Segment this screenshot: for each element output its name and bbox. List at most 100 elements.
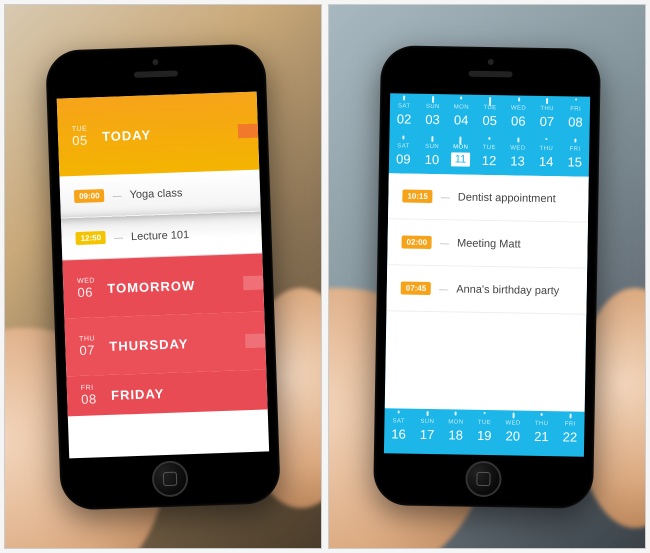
activity-tick-icon <box>575 98 577 100</box>
activity-tick-icon <box>398 410 400 413</box>
day-header-friday[interactable]: FRI 08 FRIDAY <box>66 369 267 416</box>
day-header-tomorrow[interactable]: WED 06 TOMORROW <box>62 253 264 318</box>
calendar-day-cell[interactable]: SUN 10 <box>417 133 446 173</box>
screenshot-left: TUE 05 TODAY 09:00 — Yoga class 12:50 — … <box>4 4 322 549</box>
agenda-screen[interactable]: TUE 05 TODAY 09:00 — Yoga class 12:50 — … <box>57 91 269 458</box>
calendar-week-row[interactable]: SAT16SUN 17 MON 18 TUE19WED 20 THU 21 FRI22 <box>384 408 585 456</box>
day-number: 07 <box>540 113 555 128</box>
thursday-dow: THU <box>79 335 95 343</box>
calendar-day-cell[interactable]: THU 21 <box>527 410 556 455</box>
day-number: 15 <box>567 154 582 169</box>
day-of-week: SUN <box>418 143 447 149</box>
day-number: 06 <box>511 113 526 128</box>
activity-tick-icon <box>546 138 548 140</box>
day-of-week: SAT <box>389 143 418 149</box>
event-row[interactable]: 10:15 — Dentist appointment <box>388 173 589 222</box>
calendar-day-cell[interactable]: MON04 <box>447 94 476 134</box>
event-title: Anna's birthday party <box>456 282 559 296</box>
calendar-day-cell[interactable]: SAT16 <box>384 408 413 453</box>
event-title: Meeting Matt <box>457 236 521 249</box>
day-number: 18 <box>448 427 463 442</box>
day-number: 16 <box>391 426 406 441</box>
day-of-week: WED <box>504 105 533 111</box>
events-panel: 10:15 — Dentist appointment 02:00 — Meet… <box>385 173 589 411</box>
day-number: 05 <box>482 112 497 127</box>
calendar-day-cell[interactable]: FRI 08 <box>561 96 590 136</box>
day-number: 20 <box>505 428 520 443</box>
activity-tick-icon <box>574 138 576 142</box>
dash-icon: — <box>440 237 449 247</box>
activity-tick-icon <box>426 410 428 415</box>
calendar-day-cell[interactable]: THU 07 <box>532 95 561 135</box>
thursday-label: THURSDAY <box>109 335 189 353</box>
day-of-week: THU <box>527 420 556 426</box>
activity-tick-icon <box>431 136 433 142</box>
calendar-day-cell[interactable]: WED 20 <box>498 410 527 455</box>
activity-tick-icon <box>518 97 520 101</box>
day-number: 08 <box>568 114 583 129</box>
calendar-day-cell[interactable]: SAT09 <box>389 133 418 173</box>
day-number: 17 <box>420 426 435 441</box>
day-number: 13 <box>510 153 525 168</box>
day-of-week: MON <box>442 419 471 425</box>
day-header-today[interactable]: TUE 05 TODAY <box>57 91 260 176</box>
calendar-day-cell[interactable]: MON 18 <box>441 409 470 454</box>
day-of-week: TUE <box>476 104 505 110</box>
event-time: 12:50 <box>75 230 106 244</box>
event-row[interactable]: 02:00 — Meeting Matt <box>387 219 588 268</box>
activity-tick-icon <box>569 413 571 418</box>
tomorrow-badge-icon <box>243 275 263 290</box>
calendar-week-row[interactable]: SAT02SUN03MON04TUE 05 WED 06 THU 07 FRI 08 <box>389 93 590 136</box>
activity-tick-icon <box>403 135 405 139</box>
event-time: 10:15 <box>402 189 433 203</box>
event-row[interactable]: 09:00 — Yoga class <box>59 169 260 218</box>
activity-tick-icon <box>488 137 490 140</box>
calendar-day-cell[interactable]: THU14 <box>532 135 561 175</box>
calendar-day-cell[interactable]: SAT02 <box>389 93 418 133</box>
calendar-day-cell[interactable]: TUE19 <box>470 409 499 454</box>
calendar-day-cell[interactable]: SUN 17 <box>412 408 441 453</box>
day-of-week: WED <box>504 145 533 151</box>
home-button[interactable] <box>465 460 502 497</box>
calendar-day-cell[interactable]: TUE12 <box>475 134 504 174</box>
event-row[interactable]: 12:50 — Lecture 101 <box>61 211 262 260</box>
dash-icon: — <box>114 231 123 241</box>
day-of-week: FRI <box>556 421 585 427</box>
day-header-thursday[interactable]: THU 07 THURSDAY <box>64 311 266 376</box>
today-dow: TUE <box>72 125 88 133</box>
friday-num: 08 <box>81 390 112 406</box>
activity-tick-icon <box>403 95 405 100</box>
calendar-day-cell[interactable]: FRI22 <box>555 411 584 456</box>
day-number: 10 <box>425 151 440 166</box>
day-of-week: SUN <box>413 418 442 424</box>
day-of-week: THU <box>533 105 562 111</box>
calendar-screen[interactable]: SAT02SUN03MON04TUE05WED06THU07FRI08 SAT0… <box>384 93 590 456</box>
calendar-day-cell[interactable]: TUE 05 <box>475 94 504 134</box>
day-of-week: TUE <box>470 419 499 425</box>
activity-tick-icon <box>432 96 434 103</box>
friday-label: FRIDAY <box>111 385 165 402</box>
day-of-week: MON <box>446 144 475 150</box>
event-row[interactable]: 07:45 — Anna's birthday party <box>386 265 587 314</box>
event-time: 02:00 <box>401 235 432 249</box>
activity-tick-icon <box>455 411 457 415</box>
day-of-week: FRI <box>561 106 590 112</box>
day-of-week: THU <box>532 145 561 151</box>
tomorrow-num: 06 <box>77 283 108 299</box>
activity-tick-icon <box>461 96 463 99</box>
today-badge-icon <box>238 123 258 138</box>
activity-tick-icon <box>517 137 519 142</box>
calendar-week-row[interactable]: SAT09SUN 10 MON 11 TUE12WED 13 THU14FRI15 <box>389 133 590 176</box>
day-number: 11 <box>451 152 471 166</box>
day-number: 21 <box>534 428 549 443</box>
event-title: Yoga class <box>129 186 182 200</box>
thursday-num: 07 <box>79 341 110 357</box>
home-button[interactable] <box>151 460 188 497</box>
day-of-week: MON <box>447 104 476 110</box>
day-of-week: WED <box>499 420 528 426</box>
calendar-day-cell[interactable]: WED 06 <box>504 95 533 135</box>
calendar-day-cell[interactable]: WED 13 <box>503 135 532 175</box>
calendar-day-cell[interactable]: SUN03 <box>418 93 447 133</box>
calendar-day-cell[interactable]: FRI15 <box>560 136 589 176</box>
calendar-day-cell[interactable]: MON 11 <box>446 134 475 174</box>
